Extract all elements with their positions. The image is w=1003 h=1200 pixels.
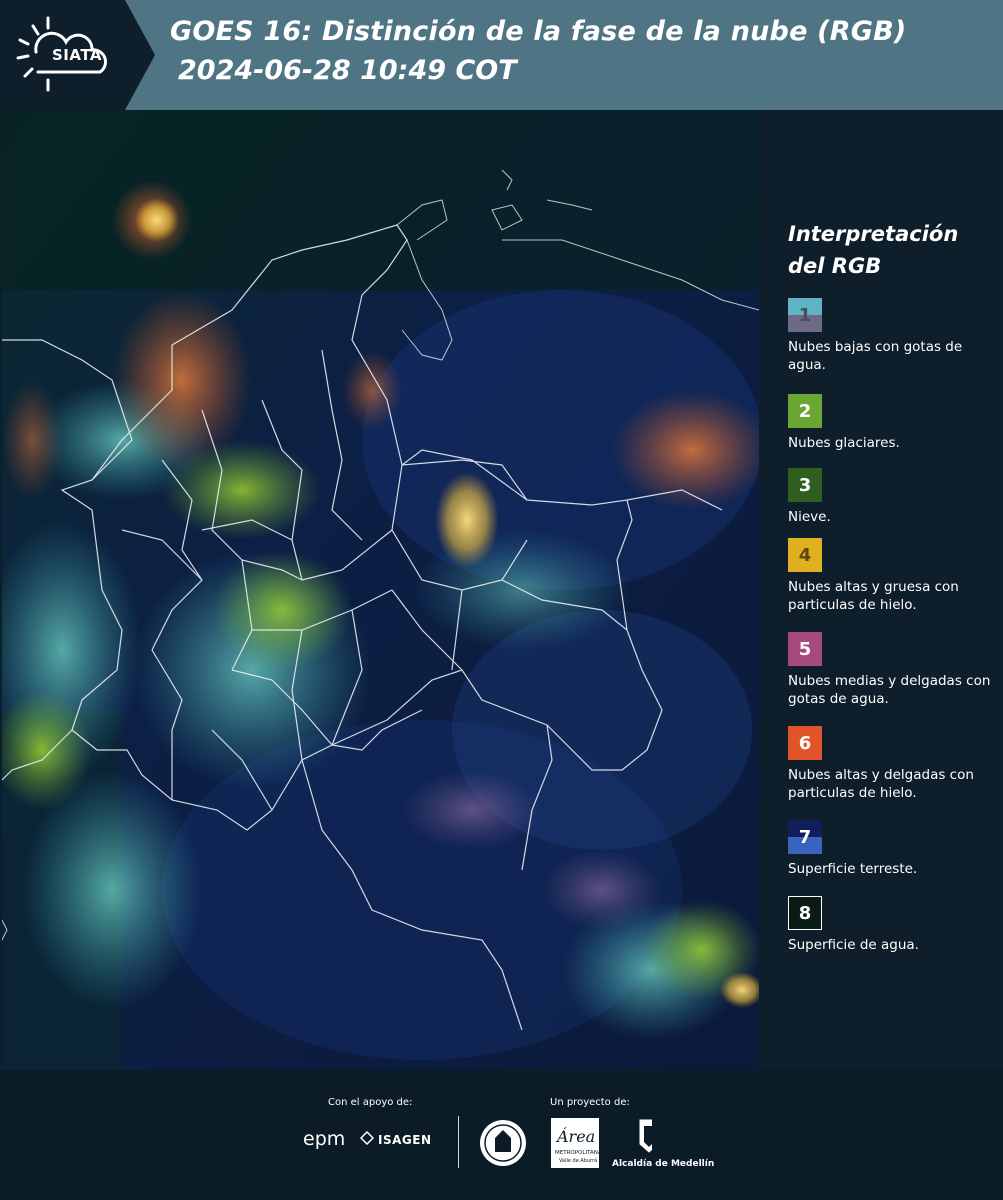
alcaldia-shield-icon (639, 1119, 652, 1153)
page-title: GOES 16: Distinción de la fase de la nub… (170, 16, 907, 47)
legend-label-4: Nubes altas y gruesa con particulas de h… (788, 579, 959, 613)
siata-logo: SIATA (0, 0, 155, 110)
legend-item-5: 5 Nubes medias y delgadas con gotas de a… (788, 632, 998, 708)
rgb-composite-image (2, 110, 759, 1070)
legend-label-3: Nieve. (788, 509, 831, 525)
legend-label-8: Superficie de agua. (788, 937, 919, 953)
legend-swatch-4: 4 (788, 538, 822, 572)
area-metropolitana-logo: Área METROPOLITANA Valle de Aburrá (551, 1118, 602, 1168)
epm-logo: epm (303, 1128, 346, 1150)
svg-text:Área: Área (555, 1126, 595, 1146)
legend-swatch-3: 3 (788, 468, 822, 502)
legend-item-6: 6 Nubes altas y delgadas con particulas … (788, 726, 998, 802)
footer-divider (458, 1116, 459, 1168)
legend-item-4: 4 Nubes altas y gruesa con particulas de… (788, 538, 998, 614)
timestamp: 2024-06-28 10:49 COT (178, 55, 517, 86)
legend-label-5: Nubes medias y delgadas con gotas de agu… (788, 673, 991, 707)
header: SIATA GOES 16: Distinción de la fase de … (0, 0, 1003, 110)
legend-item-8: 8 Superficie de agua. (788, 896, 998, 954)
isagen-logo: ISAGEN (378, 1133, 432, 1147)
satellite-map (2, 110, 759, 1070)
legend-swatch-1: 1 (788, 298, 822, 332)
legend-item-3: 3 Nieve. (788, 468, 998, 526)
svg-text:METROPOLITANA: METROPOLITANA (555, 1150, 599, 1156)
legend-item-1: 1 Nubes bajas con gotas de agua. (788, 298, 998, 374)
legend-label-2: Nubes glaciares. (788, 435, 900, 451)
legend-swatch-8: 8 (788, 896, 822, 930)
legend-swatch-5: 5 (788, 632, 822, 666)
alcaldia-label: Alcaldía de Medellín (612, 1159, 715, 1169)
legend-panel: Interpretación del RGB 1 Nubes bajas con… (760, 110, 1003, 1070)
legend-swatch-6: 6 (788, 726, 822, 760)
logo-text: SIATA (52, 46, 103, 64)
legend-swatch-7: 7 (788, 820, 822, 854)
seal-icon (480, 1120, 526, 1166)
legend-item-2: 2 Nubes glaciares. (788, 394, 998, 452)
legend-title: Interpretación del RGB (788, 222, 959, 278)
legend-label-1: Nubes bajas con gotas de agua. (788, 339, 963, 373)
support-label: Con el apoyo de: (328, 1097, 413, 1108)
isagen-icon (360, 1131, 374, 1145)
legend-item-7: 7 Superficie terreste. (788, 820, 998, 878)
legend-label-7: Superficie terreste. (788, 861, 918, 877)
footer: Con el apoyo de: Un proyecto de: epm ISA… (0, 1070, 1003, 1200)
svg-text:Valle de Aburrá: Valle de Aburrá (559, 1157, 597, 1164)
legend-label-6: Nubes altas y delgadas con particulas de… (788, 767, 974, 801)
legend-swatch-2: 2 (788, 394, 822, 428)
project-label: Un proyecto de: (550, 1097, 630, 1108)
